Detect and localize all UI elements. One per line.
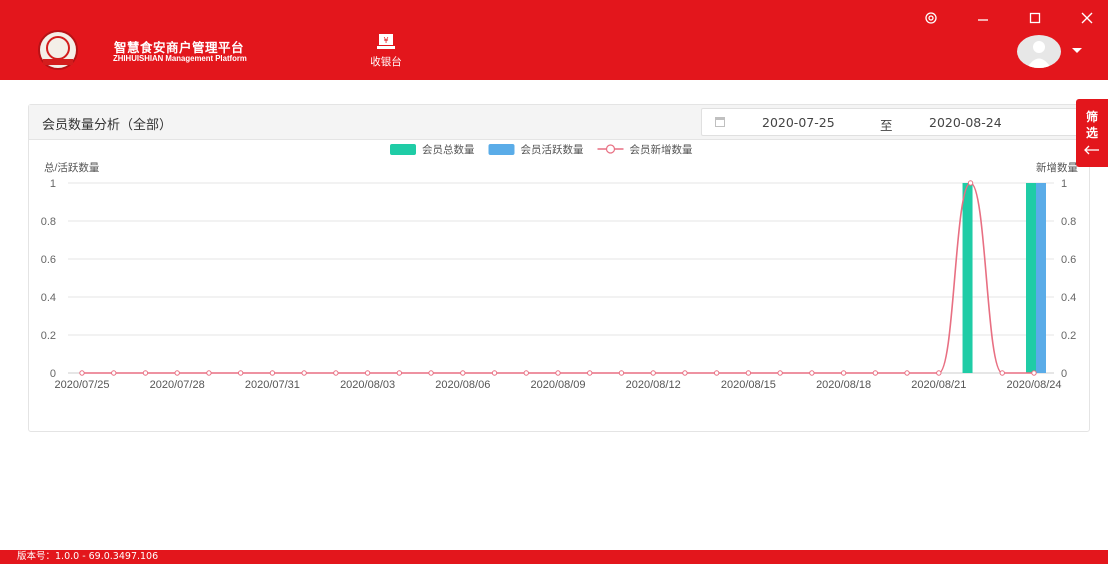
filter-label-1: 筛 — [1085, 110, 1098, 124]
panel-title: 会员数量分析（全部） — [42, 118, 173, 133]
settings-icon[interactable] — [920, 9, 942, 27]
filter-tab[interactable]: 筛 选 — [1076, 99, 1108, 167]
cashier-button[interactable]: ¥ 收银台 — [360, 34, 412, 74]
arrow-left-icon — [1084, 145, 1099, 155]
minimize-icon[interactable] — [972, 9, 994, 27]
version-text: 版本号：1.0.0 - 69.0.3497.106 — [17, 551, 159, 562]
title-bar: 智慧食安商户管理平台 ZHIHUISHIAN Management Platfo… — [0, 0, 1108, 80]
chevron-down-icon[interactable] — [1072, 48, 1082, 53]
calendar-icon — [715, 117, 725, 127]
date-start[interactable]: 2020-07-25 — [762, 115, 835, 130]
close-icon[interactable] — [1076, 9, 1098, 27]
cashier-label: 收银台 — [370, 56, 402, 68]
cashier-icon: ¥ — [377, 34, 395, 49]
member-analysis-panel: 会员数量分析（全部） 2020-07-25 至 2020-08-24 — [28, 104, 1090, 432]
date-end[interactable]: 2020-08-24 — [929, 115, 1002, 130]
brand-logo — [38, 30, 78, 70]
brand-subtitle: ZHIHUISHIAN Management Platform — [113, 54, 247, 63]
date-range-picker[interactable]: 2020-07-25 至 2020-08-24 — [701, 108, 1081, 136]
status-bar: 版本号：1.0.0 - 69.0.3497.106 — [0, 550, 1108, 564]
svg-text:¥: ¥ — [383, 36, 388, 45]
date-separator: 至 — [880, 118, 893, 133]
maximize-icon[interactable] — [1024, 9, 1046, 27]
panel-header: 会员数量分析（全部） 2020-07-25 至 2020-08-24 — [29, 105, 1089, 140]
filter-label-2: 选 — [1085, 126, 1098, 140]
user-avatar[interactable] — [1017, 35, 1061, 68]
